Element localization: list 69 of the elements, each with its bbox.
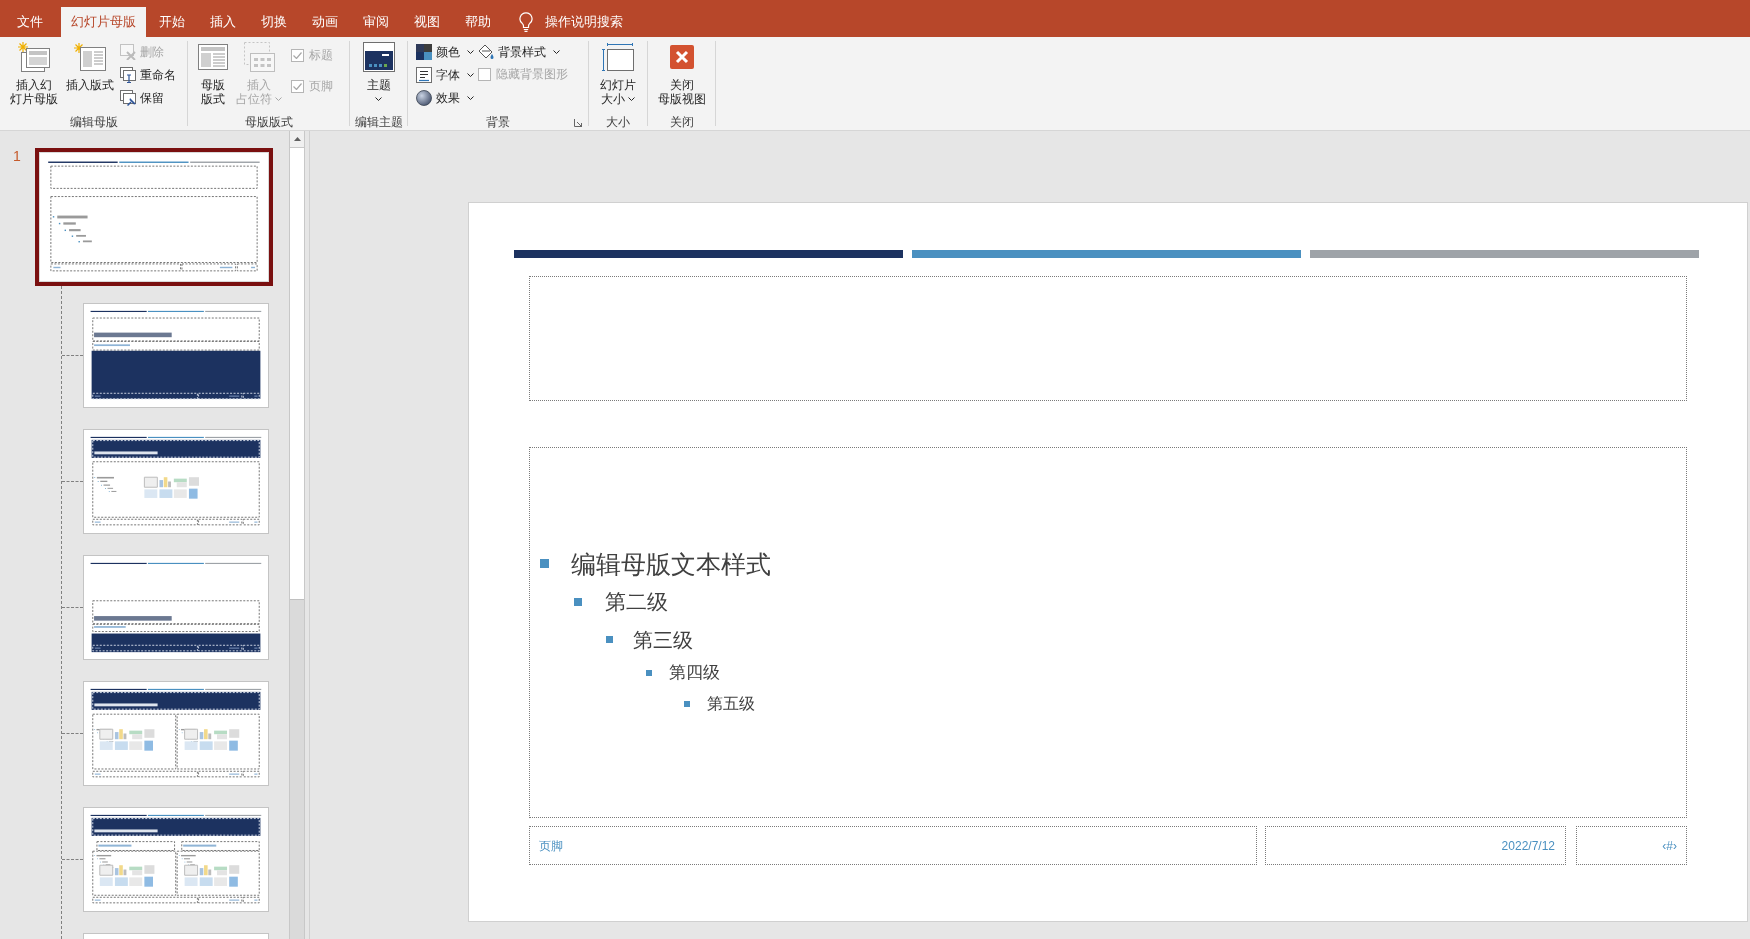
bullet-icon: [574, 597, 582, 606]
slide-size-button[interactable]: 幻灯片 大小: [596, 40, 640, 112]
layout-pin-icon: [120, 89, 136, 106]
colors-button[interactable]: 颜色: [414, 40, 476, 63]
dialog-launcher-icon[interactable]: [574, 119, 582, 127]
bullet-icon: [684, 700, 690, 707]
list-item-text: 第二级: [605, 588, 668, 615]
theme-button[interactable]: 主题: [358, 40, 399, 112]
group-label: 母版版式: [244, 114, 293, 129]
placeholder-grid-icon: [243, 42, 275, 72]
checkbox-label: 标题: [309, 47, 333, 64]
ribbon-tab[interactable]: 视图: [401, 7, 452, 37]
effects-button[interactable]: 效果: [414, 86, 476, 109]
sphere-icon: [416, 89, 432, 106]
paint-bucket-icon: [478, 43, 494, 60]
ribbon-tab[interactable]: 开始: [146, 7, 197, 37]
ribbon-tab[interactable]: 帮助: [452, 7, 503, 37]
layout-icon: [198, 44, 228, 70]
ribbon-tab[interactable]: 文件: [4, 7, 55, 37]
list-item-text: 第三级: [633, 627, 693, 653]
group-label: 背景: [486, 114, 510, 129]
group-label: 编辑主题: [354, 114, 403, 129]
ribbon-tab[interactable]: 切换: [248, 7, 299, 37]
bullet-icon: [540, 559, 549, 568]
checkbox-label: 页脚: [309, 78, 333, 95]
bullet-icon: [646, 669, 652, 676]
list-item-text: 第五级: [707, 693, 755, 714]
layout-cursor-icon: [120, 66, 136, 83]
theme-preview-icon: [362, 42, 395, 72]
color-squares-icon: [416, 43, 432, 60]
checkmark-icon: [293, 51, 302, 59]
close-icon: [669, 45, 694, 69]
triangle-up-icon: [293, 137, 301, 141]
preserve-button[interactable]: 保留: [118, 86, 178, 109]
fonts-button[interactable]: 字体: [414, 63, 476, 86]
tell-me-search[interactable]: 操作说明搜索: [519, 7, 623, 37]
footer-text-box[interactable]: 页脚: [529, 826, 1257, 865]
ribbon-tab[interactable]: 审阅: [350, 7, 401, 37]
slide-number: 1: [13, 148, 21, 164]
checkmark-icon: [293, 82, 302, 90]
background-styles-button[interactable]: 背景样式: [476, 40, 570, 63]
list-item-text: 编辑母版文本样式: [571, 548, 771, 580]
ribbon-tab[interactable]: 动画: [299, 7, 350, 37]
vertical-scrollbar[interactable]: [289, 131, 305, 939]
group-label: 编辑母版: [69, 114, 118, 129]
checkbox-label: 隐藏背景图形: [496, 66, 568, 83]
master-layout-button[interactable]: 母版 版式: [194, 40, 232, 112]
insert-layout-button[interactable]: 插入版式: [62, 40, 118, 112]
close-master-view-button[interactable]: 关闭 母版视图: [653, 40, 710, 112]
layout-x-icon: [120, 43, 136, 60]
group-label: 大小: [606, 114, 630, 129]
slide-thumbnail[interactable]: [35, 148, 273, 286]
slide-number-text-box[interactable]: ‹#›: [1576, 826, 1687, 865]
lightbulb-icon: [519, 12, 533, 32]
ribbon-tab[interactable]: 插入: [197, 7, 248, 37]
insert-slide-master-button[interactable]: 插入幻 灯片母版: [6, 40, 62, 112]
text-lines-icon: [416, 66, 432, 83]
group-label: 关闭: [669, 114, 694, 129]
date-text-box[interactable]: 2022/7/12: [1265, 826, 1566, 865]
slide-size-icon: [602, 43, 634, 71]
layout-sparkle-icon: [74, 43, 106, 71]
ribbon-tab[interactable]: 幻灯片母版: [61, 7, 146, 37]
list-item-text: 第四级: [669, 661, 720, 684]
bullet-icon: [606, 636, 613, 643]
scrollbar-thumb[interactable]: [290, 148, 304, 600]
rename-button[interactable]: 重命名: [118, 63, 178, 86]
scroll-up-button[interactable]: [290, 131, 304, 148]
body-text-box[interactable]: 编辑母版文本样式 第二级 第三级 第四级 第五级: [529, 447, 1687, 818]
slides-sparkle-icon: [18, 42, 50, 72]
